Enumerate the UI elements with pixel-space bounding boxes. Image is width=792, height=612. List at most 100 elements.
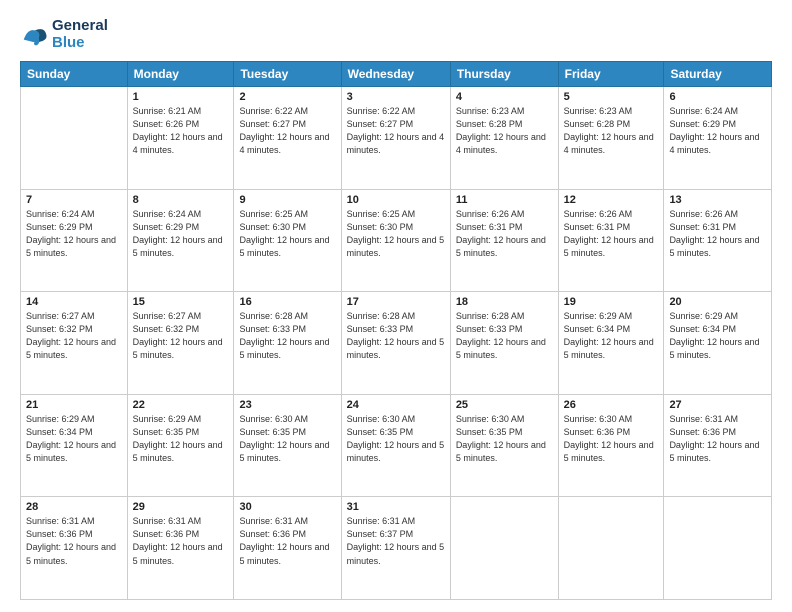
- calendar-cell: 15 Sunrise: 6:27 AMSunset: 6:32 PMDaylig…: [127, 292, 234, 395]
- calendar-cell: 1 Sunrise: 6:21 AMSunset: 6:26 PMDayligh…: [127, 87, 234, 190]
- header: General Blue: [20, 18, 772, 51]
- day-number: 13: [669, 194, 766, 206]
- day-info: Sunrise: 6:26 AMSunset: 6:31 PMDaylight:…: [669, 209, 759, 258]
- calendar-cell: 23 Sunrise: 6:30 AMSunset: 6:35 PMDaylig…: [234, 394, 341, 497]
- day-number: 19: [564, 296, 659, 308]
- day-info: Sunrise: 6:26 AMSunset: 6:31 PMDaylight:…: [456, 209, 546, 258]
- header-cell-saturday: Saturday: [664, 62, 772, 87]
- calendar-cell: 7 Sunrise: 6:24 AMSunset: 6:29 PMDayligh…: [21, 189, 128, 292]
- day-info: Sunrise: 6:29 AMSunset: 6:34 PMDaylight:…: [26, 414, 116, 463]
- day-number: 14: [26, 296, 122, 308]
- day-number: 17: [347, 296, 445, 308]
- calendar-body: 1 Sunrise: 6:21 AMSunset: 6:26 PMDayligh…: [21, 87, 772, 600]
- calendar-cell: 31 Sunrise: 6:31 AMSunset: 6:37 PMDaylig…: [341, 497, 450, 600]
- header-cell-monday: Monday: [127, 62, 234, 87]
- day-number: 10: [347, 194, 445, 206]
- day-info: Sunrise: 6:25 AMSunset: 6:30 PMDaylight:…: [239, 209, 329, 258]
- day-number: 9: [239, 194, 335, 206]
- calendar-cell: 29 Sunrise: 6:31 AMSunset: 6:36 PMDaylig…: [127, 497, 234, 600]
- day-number: 2: [239, 91, 335, 103]
- day-number: 28: [26, 501, 122, 513]
- calendar-cell: 16 Sunrise: 6:28 AMSunset: 6:33 PMDaylig…: [234, 292, 341, 395]
- day-info: Sunrise: 6:30 AMSunset: 6:36 PMDaylight:…: [564, 414, 654, 463]
- day-number: 5: [564, 91, 659, 103]
- logo-icon: [20, 21, 48, 49]
- day-number: 29: [133, 501, 229, 513]
- logo: General Blue: [20, 18, 108, 51]
- day-number: 4: [456, 91, 553, 103]
- calendar-cell: 10 Sunrise: 6:25 AMSunset: 6:30 PMDaylig…: [341, 189, 450, 292]
- week-row-4: 21 Sunrise: 6:29 AMSunset: 6:34 PMDaylig…: [21, 394, 772, 497]
- calendar-cell: 9 Sunrise: 6:25 AMSunset: 6:30 PMDayligh…: [234, 189, 341, 292]
- day-number: 31: [347, 501, 445, 513]
- day-info: Sunrise: 6:22 AMSunset: 6:27 PMDaylight:…: [347, 106, 445, 155]
- day-info: Sunrise: 6:31 AMSunset: 6:36 PMDaylight:…: [133, 516, 223, 565]
- calendar-header: SundayMondayTuesdayWednesdayThursdayFrid…: [21, 62, 772, 87]
- page: General Blue SundayMondayTuesdayWednesda…: [0, 0, 792, 612]
- week-row-1: 1 Sunrise: 6:21 AMSunset: 6:26 PMDayligh…: [21, 87, 772, 190]
- day-info: Sunrise: 6:29 AMSunset: 6:34 PMDaylight:…: [669, 311, 759, 360]
- day-info: Sunrise: 6:24 AMSunset: 6:29 PMDaylight:…: [26, 209, 116, 258]
- header-cell-tuesday: Tuesday: [234, 62, 341, 87]
- day-number: 15: [133, 296, 229, 308]
- calendar-cell: 20 Sunrise: 6:29 AMSunset: 6:34 PMDaylig…: [664, 292, 772, 395]
- calendar-cell: 14 Sunrise: 6:27 AMSunset: 6:32 PMDaylig…: [21, 292, 128, 395]
- week-row-2: 7 Sunrise: 6:24 AMSunset: 6:29 PMDayligh…: [21, 189, 772, 292]
- day-info: Sunrise: 6:31 AMSunset: 6:37 PMDaylight:…: [347, 516, 445, 565]
- calendar-cell: 17 Sunrise: 6:28 AMSunset: 6:33 PMDaylig…: [341, 292, 450, 395]
- calendar-cell: 3 Sunrise: 6:22 AMSunset: 6:27 PMDayligh…: [341, 87, 450, 190]
- day-info: Sunrise: 6:25 AMSunset: 6:30 PMDaylight:…: [347, 209, 445, 258]
- day-number: 26: [564, 399, 659, 411]
- day-info: Sunrise: 6:28 AMSunset: 6:33 PMDaylight:…: [347, 311, 445, 360]
- day-number: 7: [26, 194, 122, 206]
- calendar-cell: 13 Sunrise: 6:26 AMSunset: 6:31 PMDaylig…: [664, 189, 772, 292]
- calendar-cell: 26 Sunrise: 6:30 AMSunset: 6:36 PMDaylig…: [558, 394, 664, 497]
- calendar-cell: 4 Sunrise: 6:23 AMSunset: 6:28 PMDayligh…: [450, 87, 558, 190]
- day-info: Sunrise: 6:27 AMSunset: 6:32 PMDaylight:…: [133, 311, 223, 360]
- calendar-cell: 11 Sunrise: 6:26 AMSunset: 6:31 PMDaylig…: [450, 189, 558, 292]
- day-number: 18: [456, 296, 553, 308]
- header-cell-wednesday: Wednesday: [341, 62, 450, 87]
- week-row-3: 14 Sunrise: 6:27 AMSunset: 6:32 PMDaylig…: [21, 292, 772, 395]
- calendar-cell: 18 Sunrise: 6:28 AMSunset: 6:33 PMDaylig…: [450, 292, 558, 395]
- week-row-5: 28 Sunrise: 6:31 AMSunset: 6:36 PMDaylig…: [21, 497, 772, 600]
- day-info: Sunrise: 6:29 AMSunset: 6:35 PMDaylight:…: [133, 414, 223, 463]
- logo-text: General Blue: [52, 18, 108, 51]
- day-info: Sunrise: 6:27 AMSunset: 6:32 PMDaylight:…: [26, 311, 116, 360]
- calendar-cell: 27 Sunrise: 6:31 AMSunset: 6:36 PMDaylig…: [664, 394, 772, 497]
- day-info: Sunrise: 6:23 AMSunset: 6:28 PMDaylight:…: [456, 106, 546, 155]
- day-info: Sunrise: 6:21 AMSunset: 6:26 PMDaylight:…: [133, 106, 223, 155]
- day-info: Sunrise: 6:22 AMSunset: 6:27 PMDaylight:…: [239, 106, 329, 155]
- calendar-cell: 21 Sunrise: 6:29 AMSunset: 6:34 PMDaylig…: [21, 394, 128, 497]
- day-number: 8: [133, 194, 229, 206]
- header-cell-thursday: Thursday: [450, 62, 558, 87]
- day-number: 22: [133, 399, 229, 411]
- day-info: Sunrise: 6:28 AMSunset: 6:33 PMDaylight:…: [239, 311, 329, 360]
- day-info: Sunrise: 6:31 AMSunset: 6:36 PMDaylight:…: [669, 414, 759, 463]
- header-row: SundayMondayTuesdayWednesdayThursdayFrid…: [21, 62, 772, 87]
- calendar-cell: [664, 497, 772, 600]
- calendar-cell: [21, 87, 128, 190]
- day-number: 16: [239, 296, 335, 308]
- day-info: Sunrise: 6:31 AMSunset: 6:36 PMDaylight:…: [26, 516, 116, 565]
- day-number: 21: [26, 399, 122, 411]
- day-number: 12: [564, 194, 659, 206]
- calendar-cell: 24 Sunrise: 6:30 AMSunset: 6:35 PMDaylig…: [341, 394, 450, 497]
- header-cell-sunday: Sunday: [21, 62, 128, 87]
- header-cell-friday: Friday: [558, 62, 664, 87]
- day-number: 27: [669, 399, 766, 411]
- calendar-cell: 28 Sunrise: 6:31 AMSunset: 6:36 PMDaylig…: [21, 497, 128, 600]
- calendar-table: SundayMondayTuesdayWednesdayThursdayFrid…: [20, 61, 772, 600]
- day-number: 23: [239, 399, 335, 411]
- calendar-cell: 2 Sunrise: 6:22 AMSunset: 6:27 PMDayligh…: [234, 87, 341, 190]
- calendar-cell: 8 Sunrise: 6:24 AMSunset: 6:29 PMDayligh…: [127, 189, 234, 292]
- day-number: 20: [669, 296, 766, 308]
- day-number: 30: [239, 501, 335, 513]
- day-info: Sunrise: 6:24 AMSunset: 6:29 PMDaylight:…: [669, 106, 759, 155]
- day-info: Sunrise: 6:23 AMSunset: 6:28 PMDaylight:…: [564, 106, 654, 155]
- day-number: 1: [133, 91, 229, 103]
- day-info: Sunrise: 6:31 AMSunset: 6:36 PMDaylight:…: [239, 516, 329, 565]
- day-info: Sunrise: 6:30 AMSunset: 6:35 PMDaylight:…: [239, 414, 329, 463]
- calendar-cell: [450, 497, 558, 600]
- calendar-cell: 6 Sunrise: 6:24 AMSunset: 6:29 PMDayligh…: [664, 87, 772, 190]
